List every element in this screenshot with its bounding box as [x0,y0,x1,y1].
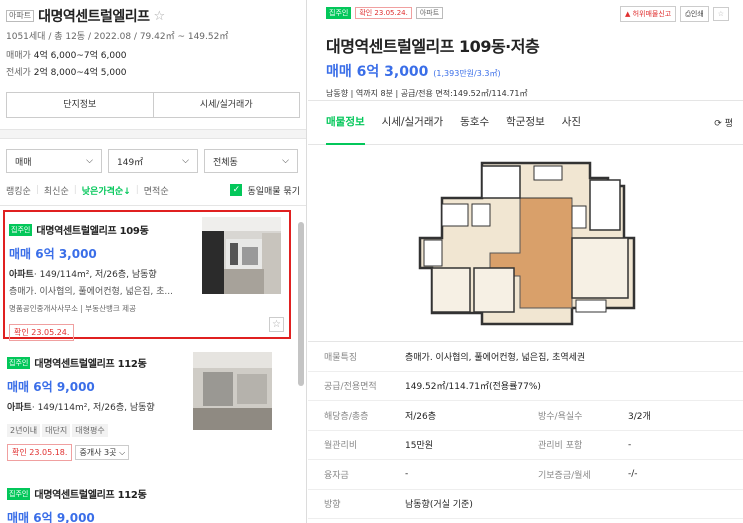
chevron-down-icon: ⌵ [182,156,189,166]
chevron-down-icon: ⌵ [86,156,93,166]
complex-buttons: 단지정보 시세/실거래가 [6,92,300,118]
listing-name: 대명역센트럴엘리프 109동 [36,226,149,237]
owner-tag: 집주인 [7,487,31,500]
detail-header: 집주인 확인 23.05.24. 아파트 ▲ 허위매물신고 ⎙인쇄 ☆ 대명역센… [308,0,743,99]
complex-header: 아파트 대명역센트럴엘리프 ☆ 1051세대 / 총 12동 / 2022.08… [0,0,306,78]
listing-agent: 명품공인중개사사무소 | 부동산뱅크 제공 [9,304,136,313]
table-row: 해당층/총층 저/26층 방수/욕실수 3/2개 [308,401,743,431]
star-icon[interactable]: ☆ [154,9,166,24]
tab-price-history[interactable]: 시세/실거래가 [382,100,444,145]
owner-tag: 집주인 [9,223,33,236]
type-tag: 아파트 [415,7,444,19]
report-button[interactable]: ▲ 허위매물신고 [619,6,677,22]
sort-area[interactable]: 면적순 [144,184,169,197]
table-row: 월관리비 15만원 관리비 포함 - [308,431,743,460]
complex-summary: 1051세대 / 총 12동 / 2022.08 / 79.42㎡ ~ 149.… [6,32,229,42]
scrollbar-thumb[interactable] [298,222,304,386]
list-item[interactable]: 집주인 대명역센트럴엘리프 112동 매매 6억 9,000 아파트· 149/1… [0,352,294,462]
confirm-badge: 확인 23.05.18. [7,444,73,461]
dong-select[interactable]: 전체동 ⌵ [204,149,298,173]
table-row: 융자금 - 기보증금/월세 -/- [308,460,743,490]
complex-name: 대명역센트럴엘리프 [38,9,150,25]
list-item[interactable]: 집주인 대명역센트럴엘리프 109동 매매 6억 3,000 아파트· 149/1… [3,210,291,341]
sort-bar: 랭킹순 | 최신순 | 낮은가격순↓ | 면적순 ✓ 동일매물 묶기 [6,184,300,197]
listing-photo[interactable] [193,352,272,430]
chevron-down-icon: ⌵ [282,156,289,166]
listing-name: 대명역센트럴엘리프 112동 [34,359,147,370]
lease-price-range: 전세가 2억 8,000~4억 5,000 [6,68,127,78]
listing-price: 매매 6억 9,000 [7,511,95,523]
owner-tag: 집주인 [326,7,352,19]
chevron-down-icon: ⌵ [119,448,126,457]
list-item[interactable]: 집주인 대명역센트럴엘리프 112동 매매 6억 9,000 [0,483,294,523]
confirm-badge: 확인 23.05.24. [355,7,412,19]
price-per-pyeong: (1,393만원/3.3㎡) [433,69,501,78]
divider [0,129,306,139]
tab-photo[interactable]: 사진 [562,100,581,145]
complex-type-tag: 아파트 [6,10,35,22]
check-icon: ✓ [230,184,243,196]
detail-title: 대명역센트럴엘리프 109동·저층 [326,37,540,56]
tab-school[interactable]: 학군정보 [506,100,545,145]
scrollbar[interactable] [297,212,305,518]
siren-icon: ▲ [624,10,631,18]
detail-tools: ▲ 허위매물신고 ⎙인쇄 ☆ [619,6,729,22]
tab-listing-info[interactable]: 매물정보 [326,100,365,145]
filter-bar: 매매 ⌵ 149㎡ ⌵ 전체동 ⌵ [0,139,306,173]
listing-panel: 아파트 대명역센트럴엘리프 ☆ 1051세대 / 총 12동 / 2022.08… [0,0,307,523]
unit-toggle[interactable]: ⟳ 평 [714,116,733,129]
group-same-checkbox[interactable]: ✓ 동일매물 묶기 [230,184,300,197]
real-estate-app: 아파트 대명역센트럴엘리프 ☆ 1051세대 / 총 12동 / 2022.08… [0,0,743,523]
table-row: 방향 남동향(거실 기준) [308,490,743,519]
area-select[interactable]: 149㎡ ⌵ [108,149,198,173]
table-row: 매물특징 층매가. 이사협의, 풀에어컨형, 넓은집, 초역세권 [308,342,743,372]
trade-type-select[interactable]: 매매 ⌵ [6,149,102,173]
detail-panel: 집주인 확인 23.05.24. 아파트 ▲ 허위매물신고 ⎙인쇄 ☆ 대명역센… [308,0,743,523]
confirm-badge: 확인 23.05.24. [9,324,75,341]
listing-list: 집주인 대명역센트럴엘리프 109동 매매 6억 3,000 아파트· 149/1… [0,205,306,523]
detail-info: 남동향 | 역까지 8분 | 공급/전용 면적:149.52㎡/114.71㎡ [326,89,528,98]
print-button[interactable]: ⎙인쇄 [680,6,709,22]
sale-price-range: 매매가 4억 6,000~7억 6,000 [6,51,127,61]
floor-plan-image[interactable] [412,158,644,328]
sort-low-price[interactable]: 낮은가격순↓ [82,184,131,197]
table-row: 공급/전용면적 149.52㎡/114.71㎡(전용률77%) [308,372,743,401]
star-icon[interactable]: ☆ [269,317,284,332]
tab-unit[interactable]: 동호수 [460,100,489,145]
listing-photo[interactable] [202,217,281,294]
complex-info-button[interactable]: 단지정보 [7,93,154,117]
refresh-icon: ⟳ [714,119,722,129]
owner-tag: 집주인 [7,356,31,369]
detail-tabs: 매물정보 시세/실거래가 동호수 학군정보 사진 ⟳ 평 [308,100,743,145]
brokers-dropdown[interactable]: 중개사 3곳 ⌵ [75,445,130,460]
price-history-button[interactable]: 시세/실거래가 [154,93,300,117]
sort-rank[interactable]: 랭킹순 [6,184,31,197]
detail-table: 매물특징 층매가. 이사협의, 풀에어컨형, 넓은집, 초역세권 공급/전용면적… [308,341,743,519]
sort-latest[interactable]: 최신순 [44,184,69,197]
listing-name: 대명역센트럴엘리프 112동 [34,490,147,501]
star-icon[interactable]: ☆ [712,7,729,21]
detail-price: 매매 6억 3,000 (1,393만원/3.3㎡) [326,64,501,80]
